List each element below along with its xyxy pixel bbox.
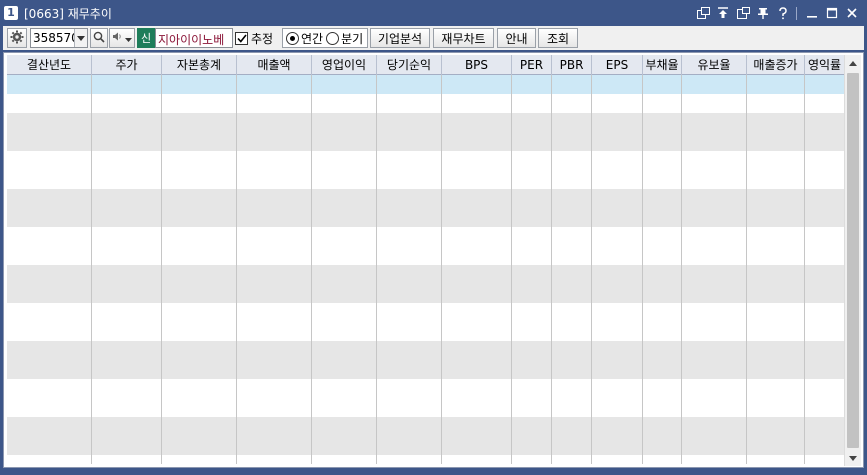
quarterly-radio[interactable] (326, 31, 340, 45)
period-radio-group: 연간 분기 (282, 28, 368, 48)
estimate-checkbox-group[interactable]: 추정 (235, 30, 273, 46)
column-divider (746, 75, 747, 464)
table-row[interactable] (7, 151, 845, 189)
annual-radio[interactable] (286, 31, 299, 45)
window-number-badge: 1 (4, 6, 18, 20)
column-header[interactable]: PBR (552, 55, 592, 75)
link-window-icon[interactable] (694, 4, 712, 22)
stock-code-input[interactable]: 358570 (30, 28, 88, 48)
stock-name-value: 지아이이노베 (158, 33, 225, 47)
column-header[interactable]: PER (512, 55, 552, 75)
stock-code-value: 358570 (33, 31, 79, 45)
column-divider (681, 75, 682, 464)
search-icon (93, 31, 105, 46)
minimize-icon[interactable] (803, 4, 821, 22)
scroll-up-arrow[interactable] (845, 55, 861, 71)
column-divider (311, 75, 312, 464)
window-title: [0663] 재무추이 (24, 7, 112, 21)
column-divider (804, 75, 805, 464)
column-header[interactable]: 결산년도 (7, 55, 92, 75)
title-bar-separator (796, 6, 797, 20)
column-header[interactable]: 매출증가 (747, 55, 805, 75)
financial-trend-window: 1 [0663] 재무추이 358570 신 지아이이노베 추정 연간 분기 기… (0, 0, 867, 475)
table-row[interactable] (7, 455, 845, 464)
column-divider (161, 75, 162, 464)
settings-button[interactable] (7, 28, 27, 48)
column-header[interactable]: 당기순익 (377, 55, 442, 75)
stock-code-dropdown[interactable] (74, 29, 87, 47)
column-header[interactable]: 주가 (92, 55, 162, 75)
selected-row[interactable] (7, 75, 845, 94)
checkmark-icon (236, 34, 247, 43)
column-header[interactable]: 영업이익 (312, 55, 377, 75)
financial-trend-grid[interactable]: 결산년도 주가 자본총계 매출액 영업이익 당기순익 BPS PER PBR EPS 부채율 유보율 매… (3, 52, 864, 468)
scroll-down-arrow[interactable] (845, 450, 861, 466)
inquiry-button[interactable]: 조회 (538, 28, 578, 48)
title-bar[interactable]: 1 [0663] 재무추이 (0, 0, 867, 26)
toolbar: 358570 신 지아이이노베 추정 연간 분기 기업분석 재무차트 안내 조회 (3, 26, 864, 50)
column-divider (376, 75, 377, 464)
column-divider (441, 75, 442, 464)
table-row[interactable] (7, 227, 845, 265)
column-header[interactable]: 매출액 (237, 55, 312, 75)
new-listing-badge: 신 (137, 28, 155, 48)
chevron-down-icon (125, 31, 132, 45)
stock-name-field[interactable]: 지아이이노베 (155, 28, 233, 48)
maximize-icon[interactable] (823, 4, 841, 22)
gear-icon (10, 30, 24, 47)
table-row[interactable] (7, 417, 845, 455)
column-divider (591, 75, 592, 464)
column-header[interactable]: EPS (592, 55, 643, 75)
company-analysis-button[interactable]: 기업분석 (370, 28, 430, 48)
title-bar-controls (692, 4, 861, 22)
scrollbar-thumb[interactable] (847, 73, 859, 448)
estimate-label: 추정 (251, 31, 274, 46)
table-row[interactable] (7, 189, 845, 227)
column-header[interactable]: 영익률 (805, 55, 845, 75)
table-row[interactable] (7, 265, 845, 303)
grid-body[interactable] (7, 75, 845, 464)
guide-button[interactable]: 안내 (497, 28, 536, 48)
column-header[interactable]: BPS (442, 55, 512, 75)
financial-chart-button[interactable]: 재무차트 (433, 28, 494, 48)
column-header[interactable]: 부채율 (643, 55, 682, 75)
column-header[interactable]: 유보율 (682, 55, 747, 75)
table-row[interactable] (7, 379, 845, 417)
screenshot-icon[interactable] (734, 4, 752, 22)
chevron-up-icon (849, 60, 857, 66)
column-divider (91, 75, 92, 464)
column-divider (551, 75, 552, 464)
push-pin-icon[interactable] (754, 4, 772, 22)
quarterly-label: 분기 (341, 31, 364, 46)
column-header[interactable]: 자본총계 (162, 55, 237, 75)
stock-search-button[interactable] (90, 28, 108, 48)
sound-alert-button[interactable] (109, 28, 135, 48)
column-divider (642, 75, 643, 464)
annual-label: 연간 (301, 31, 324, 46)
column-divider (511, 75, 512, 464)
table-row[interactable] (7, 341, 845, 379)
table-row[interactable] (7, 113, 845, 151)
grid-header: 결산년도 주가 자본총계 매출액 영업이익 당기순익 BPS PER PBR EPS 부채율 유보율 매… (7, 55, 845, 75)
estimate-checkbox[interactable] (235, 31, 248, 45)
vertical-scrollbar[interactable] (844, 55, 861, 466)
column-divider (236, 75, 237, 464)
pin-top-icon[interactable] (714, 4, 732, 22)
table-row[interactable] (7, 303, 845, 341)
close-icon[interactable] (843, 4, 861, 22)
table-row[interactable] (7, 94, 845, 113)
chevron-down-icon (849, 455, 857, 461)
speaker-icon (112, 31, 123, 45)
chevron-down-icon (77, 35, 85, 41)
help-icon[interactable] (774, 4, 792, 22)
